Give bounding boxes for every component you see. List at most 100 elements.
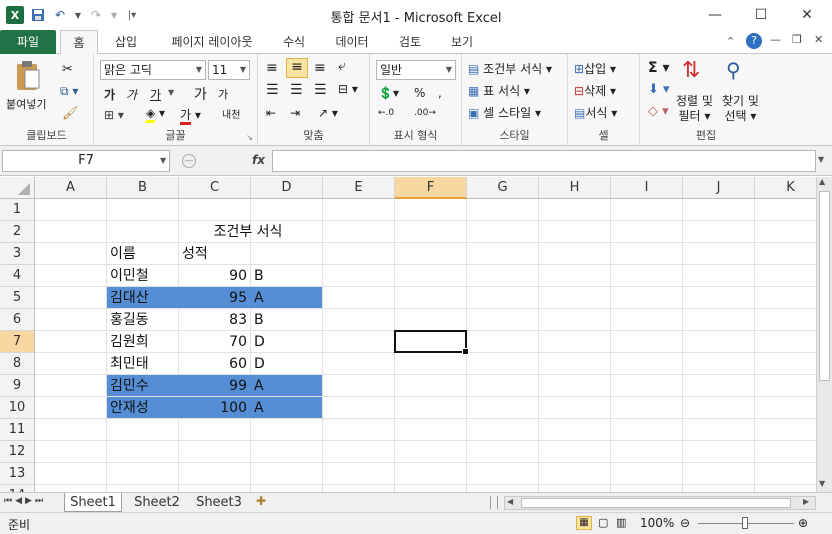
align-right-icon[interactable]: ☰ — [314, 82, 327, 98]
maximize-button[interactable]: ☐ — [738, 0, 784, 30]
minimize-button[interactable]: — — [692, 0, 738, 30]
decrease-indent-icon[interactable]: ⇤ — [266, 106, 276, 120]
delete-cells-button[interactable]: ⊟삭제 ▾ — [574, 82, 616, 99]
clear-icon[interactable]: ◇ ▾ — [648, 104, 669, 119]
score-cell[interactable]: 95 — [179, 287, 250, 309]
row-header-11[interactable]: 11 — [0, 419, 35, 441]
normal-view-icon[interactable]: ▦ — [576, 516, 592, 530]
zoom-slider-thumb[interactable] — [742, 517, 748, 529]
column-header-D[interactable]: D — [251, 177, 323, 199]
sheet-title-cell[interactable]: 조건부 서식 — [107, 221, 322, 243]
format-as-table-button[interactable]: ▦ 표 서식 ▾ — [468, 82, 530, 99]
number-format-select[interactable]: 일반 ▼ — [376, 60, 456, 80]
align-center-icon[interactable]: ☰ — [290, 82, 303, 98]
paste-icon[interactable] — [14, 60, 42, 92]
score-cell[interactable]: 70 — [179, 331, 250, 353]
grade-cell[interactable]: A — [251, 375, 322, 397]
tab-data[interactable]: 데이터 — [326, 30, 378, 54]
scroll-right-icon[interactable]: ▶ — [803, 497, 809, 506]
grade-cell[interactable]: B — [251, 265, 322, 287]
page-break-view-icon[interactable]: ▥ — [616, 516, 626, 529]
horizontal-scrollbar[interactable]: ◀ ▶ — [504, 496, 816, 510]
scroll-down-icon[interactable]: ▼ — [819, 479, 825, 488]
row-header-9[interactable]: 9 — [0, 375, 35, 397]
insert-function-button[interactable]: fx — [252, 153, 265, 167]
cell-styles-button[interactable]: ▣ 셀 스타일 ▾ — [468, 104, 541, 121]
row-header-3[interactable]: 3 — [0, 243, 35, 265]
grade-cell[interactable]: A — [251, 397, 322, 419]
column-header-C[interactable]: C — [179, 177, 251, 199]
column-header-F[interactable]: F — [395, 177, 467, 199]
grade-cell[interactable]: D — [251, 331, 322, 353]
workbook-minimize-icon[interactable]: — — [770, 33, 781, 46]
column-header-G[interactable]: G — [467, 177, 539, 199]
font-name-select[interactable]: 맑은 고딕 ▼ — [100, 60, 206, 80]
workbook-close-icon[interactable]: ✕ — [814, 33, 823, 46]
format-painter-icon[interactable]: 🖌 — [62, 106, 79, 121]
cut-icon[interactable]: ✂ — [62, 62, 73, 77]
insert-cells-button[interactable]: ⊞삽입 ▾ — [574, 60, 616, 77]
column-header-K[interactable]: K — [755, 177, 816, 199]
row-header-10[interactable]: 10 — [0, 397, 35, 419]
grade-cell[interactable]: D — [251, 353, 322, 375]
name-box[interactable]: F7 — [2, 150, 170, 172]
tab-view[interactable]: 보기 — [440, 30, 484, 54]
fill-icon[interactable]: ⬇ ▾ — [648, 82, 670, 97]
merge-center-icon[interactable]: ⊟ ▾ — [338, 82, 358, 96]
sheet-tab-3[interactable]: Sheet3 — [190, 493, 248, 512]
column-header-J[interactable]: J — [683, 177, 755, 199]
borders-icon[interactable]: ⊞ ▾ — [104, 108, 124, 122]
row-header-4[interactable]: 4 — [0, 265, 35, 287]
column-header-B[interactable]: B — [107, 177, 179, 199]
dialog-launcher-icon[interactable]: ↘ — [246, 133, 253, 142]
row-header-5[interactable]: 5 — [0, 287, 35, 309]
conditional-format-button[interactable]: ▤ 조건부 서식 ▾ — [468, 60, 552, 77]
accounting-icon[interactable]: 💲▾ — [378, 86, 399, 100]
underline-button[interactable]: 가 — [150, 86, 161, 103]
find-select-button[interactable]: 찾기 및 선택 ▾ — [722, 94, 759, 124]
name-cell[interactable]: 이민철 — [107, 265, 178, 287]
shrink-font-button[interactable]: 가 — [218, 86, 228, 102]
column-header-I[interactable]: I — [611, 177, 683, 199]
grade-cell[interactable]: A — [251, 287, 322, 309]
name-cell[interactable]: 최민태 — [107, 353, 178, 375]
row-header-2[interactable]: 2 — [0, 221, 35, 243]
active-cell-cursor[interactable] — [394, 330, 469, 355]
font-size-select[interactable]: 11 ▼ — [208, 60, 250, 80]
align-bottom-icon[interactable]: ≡ — [314, 60, 326, 76]
zoom-level[interactable]: 100% — [640, 516, 674, 530]
italic-button[interactable]: 가 — [126, 86, 137, 103]
name-cell[interactable]: 김민수 — [107, 375, 178, 397]
autosum-icon[interactable]: Σ ▾ — [648, 60, 669, 76]
new-sheet-icon[interactable]: ✚ — [256, 494, 266, 508]
header-name-cell[interactable]: 이름 — [107, 243, 178, 265]
name-cell[interactable]: 홍길동 — [107, 309, 178, 331]
decrease-decimal-icon[interactable]: .00→ — [414, 108, 436, 118]
workbook-restore-icon[interactable]: ❐ — [792, 33, 802, 46]
tab-formulas[interactable]: 수식 — [272, 30, 316, 54]
header-score-cell[interactable]: 성적 — [179, 243, 250, 265]
fill-color-icon[interactable]: ◈ ▾ — [146, 106, 165, 123]
row-header-13[interactable]: 13 — [0, 463, 35, 485]
worksheet-grid[interactable]: ABCDEFGHIJK 1234567891011121314 조건부 서식이름… — [0, 177, 816, 492]
grade-cell[interactable]: B — [251, 309, 322, 331]
sheet-tab-1[interactable]: Sheet1 — [64, 493, 122, 512]
zoom-out-icon[interactable]: ⊖ — [680, 516, 690, 530]
percent-icon[interactable]: % — [414, 86, 425, 100]
function-wizard-circle-icon[interactable]: — — [182, 154, 196, 168]
tab-home[interactable]: 홈 — [60, 30, 98, 55]
select-all-corner[interactable] — [0, 177, 35, 199]
row-header-8[interactable]: 8 — [0, 353, 35, 375]
vertical-scrollbar[interactable]: ▲ ▼ — [816, 177, 832, 492]
grow-font-button[interactable]: 가 — [194, 84, 207, 104]
tab-review[interactable]: 검토 — [388, 30, 432, 54]
score-cell[interactable]: 60 — [179, 353, 250, 375]
row-header-14[interactable]: 14 — [0, 485, 35, 492]
align-top-icon[interactable]: ≡ — [266, 60, 278, 76]
font-color-button[interactable]: 가 ▾ — [180, 106, 201, 125]
tab-insert[interactable]: 삽입 — [104, 30, 148, 54]
align-middle-icon[interactable]: ≡ — [286, 58, 308, 78]
close-button[interactable]: ✕ — [784, 0, 830, 30]
name-cell[interactable]: 김대산 — [107, 287, 178, 309]
copy-icon[interactable]: ⧉ ▾ — [60, 84, 78, 99]
